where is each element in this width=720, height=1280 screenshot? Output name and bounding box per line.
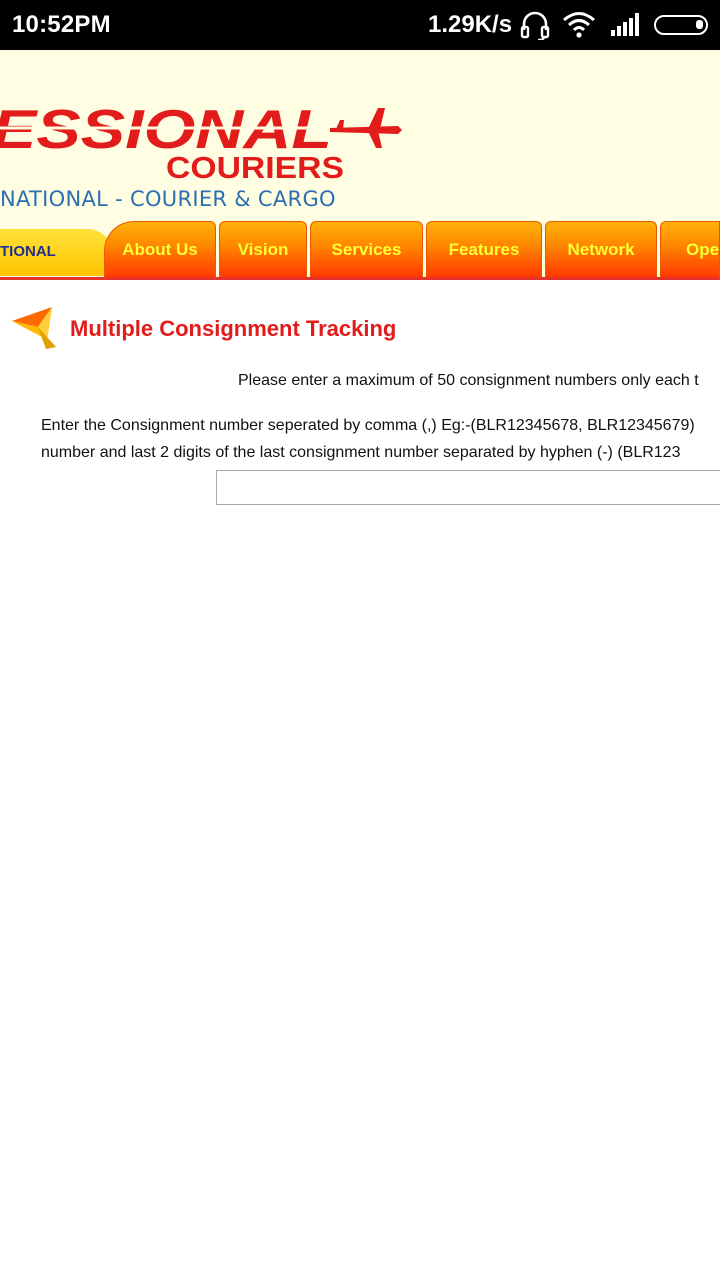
tab-label: About Us (122, 239, 198, 259)
page-title: Multiple Consignment Tracking (70, 316, 397, 341)
battery-icon (654, 15, 708, 35)
tab-label: Features (448, 239, 520, 259)
screen: 10:52PM 1.29K/s ESSIONAL COURIERS NATION… (0, 0, 720, 1280)
nav-item-active-label: TIONAL (0, 243, 56, 260)
company-logo: ESSIONAL COURIERS (0, 98, 402, 185)
tab-label: Vision (237, 239, 289, 259)
tab-features[interactable]: Features (426, 221, 542, 277)
status-bar: 10:52PM 1.29K/s (0, 0, 720, 50)
tab-network[interactable]: Network (545, 221, 657, 277)
nav-divider (0, 277, 720, 280)
status-time: 10:52PM (12, 11, 111, 38)
tab-services[interactable]: Services (310, 221, 423, 277)
signal-icon (611, 13, 639, 36)
headset-icon (520, 11, 550, 40)
tab-vision[interactable]: Vision (219, 221, 307, 277)
help-text-line-2: number and last 2 digits of the last con… (41, 444, 681, 461)
arrow-bullet-icon (12, 307, 56, 349)
airplane-icon (330, 108, 402, 148)
tagline: NATIONAL - COURIER & CARGO (0, 187, 336, 211)
tab-label: Services (331, 239, 402, 259)
instruction-text: Please enter a maximum of 50 consignment… (238, 372, 699, 389)
tab-label: Oper (686, 239, 720, 259)
tab-operations[interactable]: Oper (660, 221, 720, 277)
consignment-numbers-input[interactable] (216, 470, 720, 505)
network-speed: 1.29K/s (428, 11, 513, 38)
battery-level (696, 20, 703, 29)
help-text-line-1: Enter the Consignment number seperated b… (41, 417, 695, 434)
wifi-icon (563, 12, 595, 38)
tab-label: Network (567, 239, 635, 259)
tab-about-us[interactable]: About Us (104, 221, 216, 277)
logo-subtext: COURIERS (166, 150, 344, 185)
